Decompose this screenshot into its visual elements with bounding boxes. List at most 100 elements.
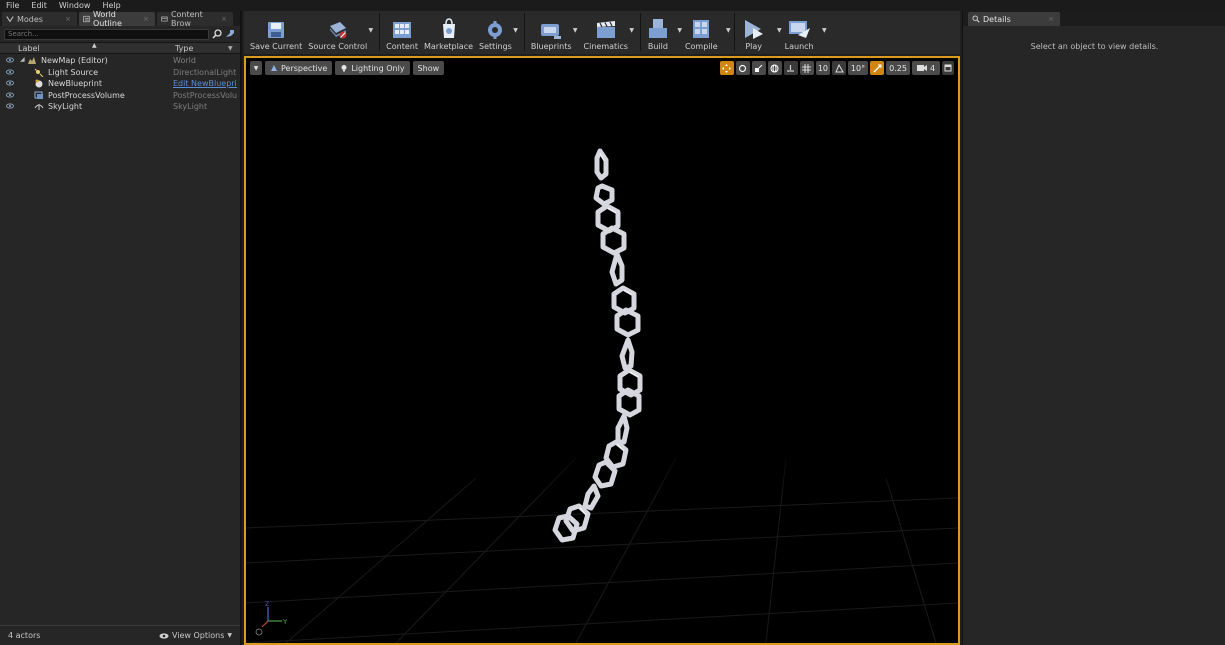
column-type[interactable]: Type <box>175 44 193 53</box>
show-label: Show <box>417 63 440 73</box>
source-control-dropdown-icon[interactable]: ▼ <box>369 27 374 34</box>
rotation-snap-toggle[interactable] <box>832 61 846 75</box>
cinematics-dropdown-icon[interactable]: ▼ <box>629 27 634 34</box>
move-icon <box>722 63 732 73</box>
column-label[interactable]: Label <box>18 44 40 53</box>
close-icon[interactable]: × <box>143 15 149 23</box>
blueprint-actor-icon <box>35 79 43 88</box>
translate-mode-button[interactable] <box>719 61 734 75</box>
globe-icon <box>770 64 779 72</box>
grid-snap-toggle[interactable] <box>799 61 814 75</box>
scale-snap-toggle[interactable] <box>870 61 884 75</box>
blueprints-button[interactable]: Blueprints ▼ <box>528 11 578 51</box>
scale-mode-button[interactable] <box>751 61 766 75</box>
tab-details-label: Details <box>983 14 1011 24</box>
list-item[interactable]: SkyLight SkyLight <box>0 101 240 113</box>
3d-viewport[interactable]: Y Z ▼ Perspective Lighting Only Show 10 … <box>244 56 960 645</box>
outliner-row-label: Light Source <box>48 67 98 77</box>
visibility-eye-icon[interactable] <box>6 103 14 109</box>
lighting-only-button[interactable]: Lighting Only <box>335 61 410 75</box>
close-icon[interactable]: × <box>65 15 71 23</box>
cinematics-icon <box>596 21 615 38</box>
play-label: Play <box>745 42 762 51</box>
viewport-options-button[interactable]: ▼ <box>250 61 262 75</box>
settings-dropdown-icon[interactable]: ▼ <box>513 27 518 34</box>
tab-content-browser[interactable]: Content Brow × <box>157 10 233 28</box>
visibility-eye-icon[interactable] <box>6 92 14 98</box>
launch-dropdown-icon[interactable]: ▼ <box>822 27 827 34</box>
actor-count: 4 actors <box>8 631 41 640</box>
compile-icon <box>693 20 710 38</box>
content-button[interactable]: Content <box>383 11 421 51</box>
lightbulb-icon <box>341 65 347 72</box>
search-icon[interactable] <box>212 29 222 39</box>
grid-snap-value[interactable]: 10 <box>815 61 830 75</box>
rotation-snap-value[interactable]: 10° <box>848 61 868 75</box>
rotate-mode-button[interactable] <box>735 61 750 75</box>
details-empty-message: Select an object to view details. <box>1030 42 1159 51</box>
blueprints-dropdown-icon[interactable]: ▼ <box>573 27 578 34</box>
visibility-eye-icon[interactable] <box>6 69 14 75</box>
settings-button[interactable]: Settings ▼ <box>476 11 518 51</box>
outliner-row-label: NewBlueprint <box>48 79 102 88</box>
help-icon[interactable] <box>255 628 263 636</box>
tab-world-outliner[interactable]: World Outline × <box>79 10 155 28</box>
grid-icon <box>802 63 812 73</box>
axis-gizmo: Y Z <box>255 601 288 636</box>
show-button[interactable]: Show <box>412 61 445 75</box>
left-tab-row: Modes × World Outline × Content Brow × <box>0 10 240 28</box>
modes-icon <box>6 16 14 23</box>
build-button[interactable]: Build ▼ <box>644 11 682 51</box>
outliner-row-type: PostProcessVolun <box>173 90 237 100</box>
compile-dropdown-icon[interactable]: ▼ <box>726 27 731 34</box>
source-control-button[interactable]: Source Control ▼ <box>305 11 373 51</box>
visibility-eye-icon[interactable] <box>6 57 14 63</box>
tab-modes[interactable]: Modes × <box>2 12 77 26</box>
perspective-button[interactable]: Perspective <box>265 61 333 75</box>
scale-snap-value[interactable]: 0.25 <box>886 61 910 75</box>
search-input[interactable] <box>4 28 209 40</box>
menu-help[interactable]: Help <box>96 1 126 10</box>
menu-file[interactable]: File <box>0 1 25 10</box>
visibility-eye-icon[interactable] <box>6 80 14 86</box>
list-item[interactable]: PostProcessVolume PostProcessVolun <box>0 90 240 102</box>
build-label: Build <box>647 42 668 51</box>
source-control-icon <box>329 22 347 39</box>
world-local-toggle[interactable] <box>767 61 782 75</box>
world-outliner-panel: Modes × World Outline × Content Brow × L… <box>0 10 241 645</box>
rotate-icon <box>739 64 747 72</box>
outliner-row-type: DirectionalLight <box>173 67 237 77</box>
cinematics-button[interactable]: Cinematics ▼ <box>581 11 634 51</box>
view-options-button[interactable]: View Options ▼ <box>159 631 232 640</box>
outliner-row-label: NewMap (Editor) <box>41 56 108 65</box>
chevron-down-icon[interactable]: ▼ <box>228 45 233 52</box>
menu-window[interactable]: Window <box>53 1 97 10</box>
maximize-viewport-button[interactable] <box>942 61 954 75</box>
list-item[interactable]: Light Source DirectionalLight <box>0 67 240 79</box>
camera-speed-button[interactable]: 4 <box>912 61 940 75</box>
marketplace-button[interactable]: Marketplace <box>421 11 476 51</box>
compile-button[interactable]: Compile ▼ <box>682 11 731 51</box>
axis-y-label: Y <box>282 618 288 626</box>
list-item[interactable]: NewBlueprint Edit NewBlueprin <box>0 78 240 90</box>
close-icon[interactable]: × <box>221 15 227 23</box>
settings-icon <box>488 21 503 39</box>
outliner-row-type: SkyLight <box>173 102 208 111</box>
outliner-row-type: World <box>173 56 196 65</box>
marketplace-icon <box>442 18 455 38</box>
tab-content-browser-label: Content Brow <box>170 10 203 28</box>
launch-button[interactable]: Launch ▼ <box>782 11 827 51</box>
world-icon <box>28 57 36 64</box>
list-item[interactable]: ◢ NewMap (Editor) World <box>0 55 240 67</box>
expand-arrow-icon[interactable]: ◢ <box>20 56 25 63</box>
lighting-only-label: Lighting Only <box>351 63 405 73</box>
surface-snapping-button[interactable] <box>783 61 798 75</box>
play-button[interactable]: Play ▼ <box>738 11 782 51</box>
close-icon[interactable]: × <box>1048 15 1054 23</box>
edit-blueprint-link[interactable]: Edit NewBlueprin <box>173 79 237 88</box>
tab-details[interactable]: Details × <box>968 12 1060 26</box>
menu-edit[interactable]: Edit <box>25 1 53 10</box>
add-filter-icon[interactable] <box>225 29 236 39</box>
save-current-button[interactable]: Save Current <box>247 11 305 51</box>
details-panel: Details × Select an object to view detai… <box>962 11 1225 645</box>
